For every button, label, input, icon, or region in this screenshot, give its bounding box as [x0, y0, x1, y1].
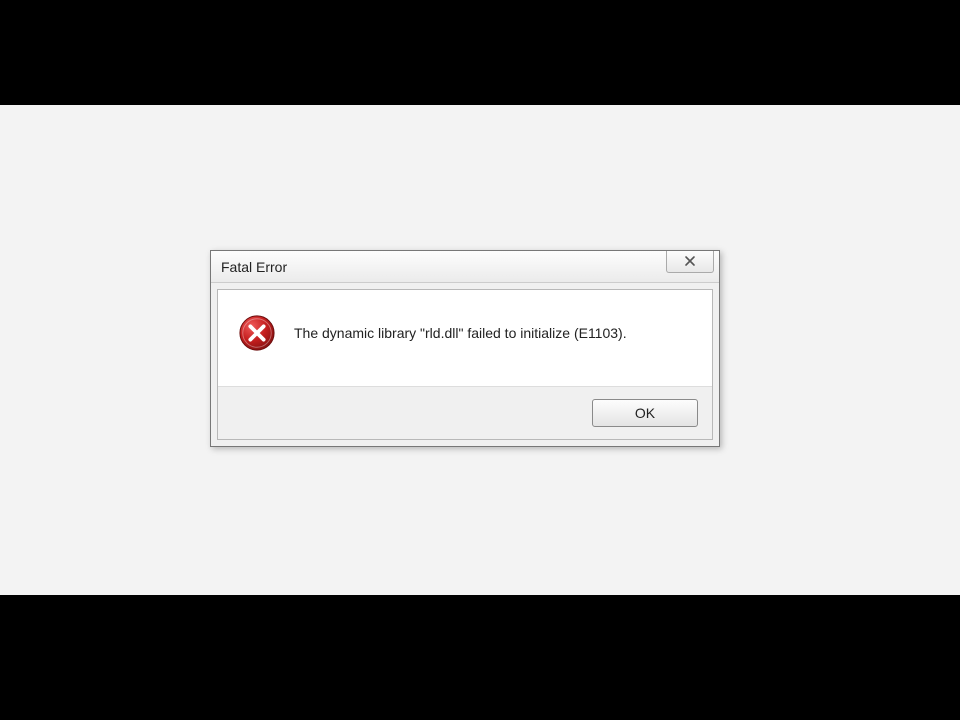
close-button[interactable]	[666, 251, 714, 273]
ok-button[interactable]: OK	[592, 399, 698, 427]
close-icon	[684, 255, 696, 267]
error-message: The dynamic library "rld.dll" failed to …	[294, 325, 627, 341]
dialog-title: Fatal Error	[221, 259, 287, 275]
dialog-content-frame: The dynamic library "rld.dll" failed to …	[217, 289, 713, 440]
dialog-content: The dynamic library "rld.dll" failed to …	[218, 290, 712, 386]
dialog-titlebar[interactable]: Fatal Error	[211, 251, 719, 283]
error-dialog: Fatal Error The dynamic librar	[210, 250, 720, 447]
dialog-button-bar: OK	[218, 386, 712, 439]
error-icon	[238, 314, 276, 352]
